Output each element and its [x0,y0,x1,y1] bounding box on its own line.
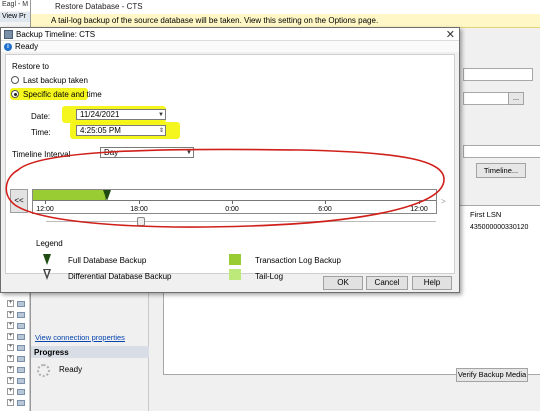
dialog-body: Restore to Last backup taken Specific da… [5,54,455,281]
folder-icon [17,389,25,395]
calendar-dropdown-icon[interactable]: ▼ [158,111,164,120]
tick-label: 6:00 [318,206,332,213]
tick [232,201,233,204]
tick [139,201,140,204]
destination-database-dropdown[interactable]: ▼ [463,145,540,158]
help-button[interactable]: Help [412,276,452,290]
backup-timeline-dialog: Backup Timeline: CTS ✕ i Ready Restore t… [0,27,460,293]
legend-diff-label: Differential Database Backup [68,272,172,281]
ok-button[interactable]: OK [323,276,363,290]
time-value: 4:25:05 PM [80,126,121,135]
tree-expand-icon[interactable]: + [7,322,14,329]
device-path-field[interactable] [463,92,511,105]
object-explorer-tree: + + + + + + + + + + [0,292,30,411]
timeline-interval-label: Timeline Interval [12,150,71,159]
progress-spinner-icon [37,364,50,377]
tick-label: 0:00 [225,206,239,213]
spinner-icon[interactable]: ⇕ [159,127,164,136]
transaction-log-legend-swatch [229,254,241,265]
progress-status: Ready [59,365,83,374]
timeline-button[interactable]: Timeline... [476,163,526,178]
tick [325,201,326,204]
specific-date-label: Specific date and time [23,90,102,99]
tick [419,201,420,204]
database-icon [4,30,13,39]
browse-button[interactable]: ... [508,92,524,105]
legend-title: Legend [36,239,63,248]
tick-label: 18:00 [130,206,148,213]
tree-expand-icon[interactable]: + [7,355,14,362]
timeline-prev-button[interactable]: << [10,189,28,213]
tick [45,201,46,204]
folder-icon [17,345,25,351]
differential-backup-legend-icon [43,269,51,280]
zoom-slider-thumb[interactable] [137,217,145,226]
legend-full-label: Full Database Backup [68,256,147,265]
zoom-slider-track[interactable] [46,221,436,222]
ssms-menu-bar[interactable]: View Pr [0,12,32,22]
tick-label: 12:00 [36,206,54,213]
folder-icon [17,323,25,329]
legend-tail-label: Tail-Log [255,272,284,281]
cancel-button[interactable]: Cancel [366,276,408,290]
folder-icon [17,367,25,373]
restore-dialog-title: Restore Database - CTS [31,0,540,14]
transaction-log-range [33,190,106,200]
tail-log-info-bar: A tail-log backup of the source database… [31,14,540,28]
last-backup-label: Last backup taken [23,76,88,85]
tree-expand-icon[interactable]: + [7,366,14,373]
tree-expand-icon[interactable]: + [7,300,14,307]
folder-icon [17,400,25,406]
interval-value: Day [104,148,119,157]
tick-label: 12:00 [410,206,428,213]
dialog-title: Backup Timeline: CTS [16,30,96,39]
folder-icon [17,356,25,362]
date-picker[interactable]: 11/24/2021 ▼ [76,109,166,120]
first-lsn-header: First LSN [470,210,502,219]
tree-expand-icon[interactable]: + [7,333,14,340]
time-picker[interactable]: 4:25:05 PM ⇕ [76,125,166,136]
tree-expand-icon[interactable]: + [7,399,14,406]
tree-expand-icon[interactable]: + [7,388,14,395]
tree-expand-icon[interactable]: + [7,344,14,351]
timeline-next-button[interactable]: > [441,197,446,206]
progress-header: Progress [31,346,149,358]
timeline-interval-dropdown[interactable]: Day ▼ [100,147,194,158]
folder-icon [17,334,25,340]
tree-expand-icon[interactable]: + [7,377,14,384]
legend-tlog-label: Transaction Log Backup [255,256,341,265]
status-bar: i Ready [1,41,459,52]
view-connection-properties-link[interactable]: View connection properties [35,333,125,342]
restore-to-label: Restore to [12,62,49,71]
date-label: Date: [31,112,51,121]
tail-log-legend-swatch [229,269,241,280]
dialog-title-bar: Backup Timeline: CTS ✕ [1,28,459,41]
folder-icon [17,312,25,318]
ssms-title-text: Eagl - M [0,0,32,11]
folder-icon [17,378,25,384]
time-label: Time: [31,128,51,137]
full-backup-legend-icon [43,254,51,265]
first-lsn-value: 435000000330120 [470,224,529,231]
timeline-track[interactable]: 12:00 18:00 0:00 6:00 12:00 [32,189,437,214]
tree-expand-icon[interactable]: + [7,311,14,318]
timeline-axis [33,200,436,201]
status-text: Ready [15,42,39,51]
info-icon: i [4,43,12,51]
specific-date-radio[interactable] [11,90,19,98]
last-backup-radio[interactable] [11,76,19,84]
source-database-dropdown[interactable] [463,68,533,81]
chevron-down-icon: ▼ [186,150,192,156]
folder-icon [17,301,25,307]
verify-backup-media-button[interactable]: Verify Backup Media [456,368,528,382]
date-value: 11/24/2021 [80,110,120,119]
close-icon[interactable]: ✕ [446,28,455,41]
